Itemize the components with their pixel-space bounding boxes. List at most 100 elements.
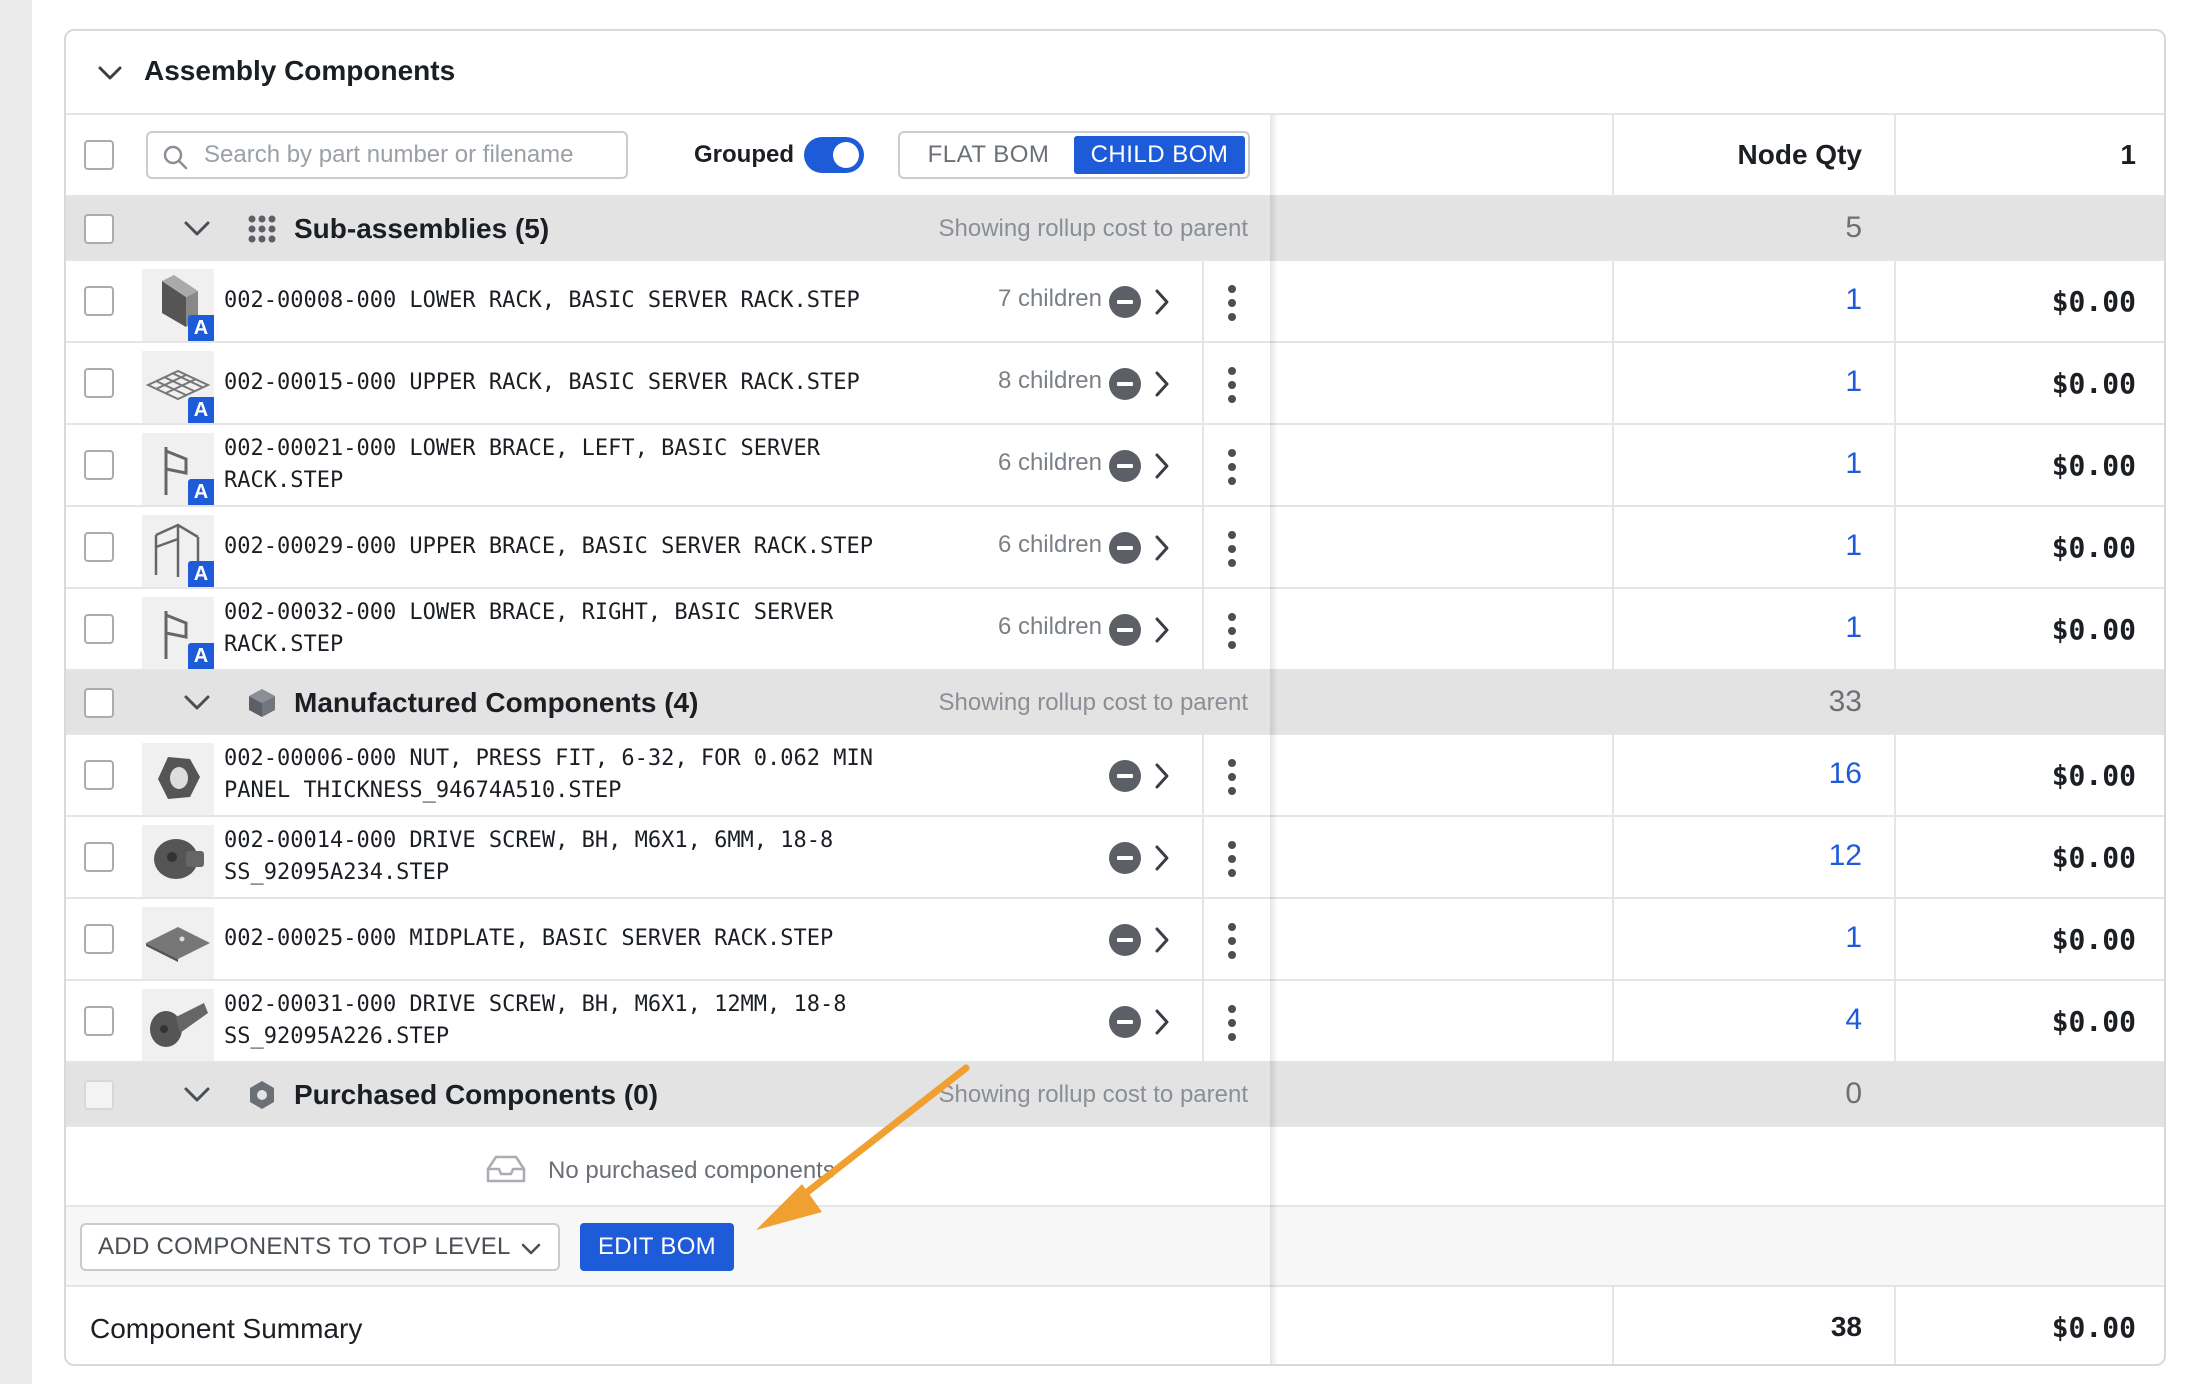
part-name[interactable]: 002-00021-000 LOWER BRACE, LEFT, BASIC S… [224,433,914,497]
chevron-down-icon [521,1243,541,1255]
part-name[interactable]: 002-00015-000 UPPER RACK, BASIC SERVER R… [224,367,914,399]
part-name[interactable]: 002-00008-000 LOWER RACK, BASIC SERVER R… [224,285,914,317]
part-name[interactable]: 002-00029-000 UPPER BRACE, BASIC SERVER … [224,531,914,563]
chevron-right-icon[interactable] [1151,531,1173,565]
more-options-icon[interactable] [1228,923,1236,965]
more-options-icon[interactable] [1228,367,1236,409]
group-checkbox[interactable] [84,214,114,244]
cost-value: $0.00 [2051,613,2136,646]
remove-icon[interactable] [1109,924,1141,956]
edit-bom-button[interactable]: EDIT BOM [580,1223,734,1271]
part-name[interactable]: 002-00006-000 NUT, PRESS FIT, 6-32, FOR … [224,743,914,807]
table-row[interactable]: 002-00006-000 NUT, PRESS FIT, 6-32, FOR … [66,735,1272,817]
group-header-purchased[interactable]: Purchased Components (0) Showing rollup … [66,1063,1272,1127]
flat-bom-option[interactable]: FLAT BOM [903,136,1074,174]
more-options-icon[interactable] [1228,285,1236,327]
table-row[interactable]: A 002-00015-000 UPPER RACK, BASIC SERVER… [66,343,1272,425]
node-qty-value[interactable]: 1 [2120,139,2136,171]
table-row[interactable]: 002-00025-000 MIDPLATE, BASIC SERVER RAC… [66,899,1272,981]
chevron-down-icon[interactable] [180,1077,214,1111]
group-note: Showing rollup cost to parent [938,1081,1248,1108]
row-checkbox[interactable] [84,532,114,562]
table-row[interactable]: A 002-00008-000 LOWER RACK, BASIC SERVER… [66,261,1272,343]
more-options-icon[interactable] [1228,1005,1236,1047]
group-checkbox[interactable] [84,688,114,718]
midplate-thumbnail [142,907,214,979]
chevron-right-icon[interactable] [1151,759,1173,793]
row-checkbox[interactable] [84,368,114,398]
row-checkbox[interactable] [84,842,114,872]
chevron-right-icon[interactable] [1151,1005,1173,1039]
chevron-right-icon[interactable] [1151,841,1173,875]
more-options-icon[interactable] [1228,531,1236,573]
part-name[interactable]: 002-00031-000 DRIVE SCREW, BH, M6X1, 12M… [224,989,914,1053]
group-title: Purchased Components (0) [294,1079,659,1110]
column-separator [1202,261,1204,343]
qty-link[interactable]: 1 [1845,529,1862,563]
chevron-down-icon[interactable] [180,211,214,245]
chevron-down-icon[interactable] [180,685,214,719]
more-options-icon[interactable] [1228,841,1236,883]
row-checkbox[interactable] [84,1006,114,1036]
table-row[interactable]: 002-00014-000 DRIVE SCREW, BH, M6X1, 6MM… [66,817,1272,899]
page-left-gutter [0,0,32,1384]
select-all-checkbox[interactable] [84,140,114,170]
table-row[interactable]: A 002-00032-000 LOWER BRACE, RIGHT, BASI… [66,589,1272,671]
qty-link[interactable]: 4 [1845,1003,1862,1037]
child-bom-option[interactable]: CHILD BOM [1074,136,1245,174]
chevron-right-icon[interactable] [1151,923,1173,957]
remove-icon[interactable] [1109,286,1141,318]
summary-values-row: 38 $0.00 [1272,1287,2164,1364]
more-options-icon[interactable] [1228,449,1236,491]
search-box[interactable] [146,131,628,179]
part-name[interactable]: 002-00014-000 DRIVE SCREW, BH, M6X1, 6MM… [224,825,914,889]
qty-link[interactable]: 12 [1829,839,1862,873]
brace-thumbnail: A [142,597,214,669]
chevron-right-icon[interactable] [1151,449,1173,483]
qty-link[interactable]: 1 [1845,365,1862,399]
remove-icon[interactable] [1109,842,1141,874]
part-name[interactable]: 002-00032-000 LOWER BRACE, RIGHT, BASIC … [224,597,914,661]
more-options-icon[interactable] [1228,613,1236,655]
group-header-manufactured[interactable]: Manufactured Components (4) Showing roll… [66,671,1272,735]
remove-icon[interactable] [1109,450,1141,482]
row-checkbox[interactable] [84,760,114,790]
empty-row [1272,1127,2164,1207]
remove-icon[interactable] [1109,368,1141,400]
chevron-right-icon[interactable] [1151,285,1173,319]
bom-view-switch: FLAT BOM CHILD BOM [898,131,1250,179]
summary-label: Component Summary [90,1313,363,1344]
chevron-right-icon[interactable] [1151,367,1173,401]
group-qty: 0 [1845,1077,1862,1110]
add-components-label: ADD COMPONENTS TO TOP LEVEL [98,1233,511,1260]
remove-icon[interactable] [1109,614,1141,646]
search-input[interactable] [204,139,614,171]
qty-row: 1 $0.00 [1272,425,2164,507]
row-checkbox[interactable] [84,450,114,480]
panel-header[interactable]: Assembly Components [66,31,2164,115]
remove-icon[interactable] [1109,1006,1141,1038]
row-checkbox[interactable] [84,614,114,644]
part-name[interactable]: 002-00025-000 MIDPLATE, BASIC SERVER RAC… [224,923,914,955]
qty-row: 1 $0.00 [1272,507,2164,589]
row-checkbox[interactable] [84,286,114,316]
cost-value: $0.00 [2051,759,2136,792]
remove-icon[interactable] [1109,532,1141,564]
table-row[interactable]: A 002-00021-000 LOWER BRACE, LEFT, BASIC… [66,425,1272,507]
group-header-subassemblies[interactable]: Sub-assemblies (5) Showing rollup cost t… [66,197,1272,261]
row-checkbox[interactable] [84,924,114,954]
table-row[interactable]: 002-00031-000 DRIVE SCREW, BH, M6X1, 12M… [66,981,1272,1063]
qty-link[interactable]: 1 [1845,283,1862,317]
more-options-icon[interactable] [1228,759,1236,801]
qty-link[interactable]: 1 [1845,447,1862,481]
long-screw-thumbnail [142,989,214,1061]
table-row[interactable]: A 002-00029-000 UPPER BRACE, BASIC SERVE… [66,507,1272,589]
add-components-dropdown[interactable]: ADD COMPONENTS TO TOP LEVEL [80,1223,560,1271]
qty-link[interactable]: 1 [1845,611,1862,645]
chevron-down-icon[interactable] [94,57,126,89]
qty-link[interactable]: 16 [1829,757,1862,791]
grouped-toggle[interactable] [804,137,864,173]
qty-link[interactable]: 1 [1845,921,1862,955]
chevron-right-icon[interactable] [1151,613,1173,647]
remove-icon[interactable] [1109,760,1141,792]
